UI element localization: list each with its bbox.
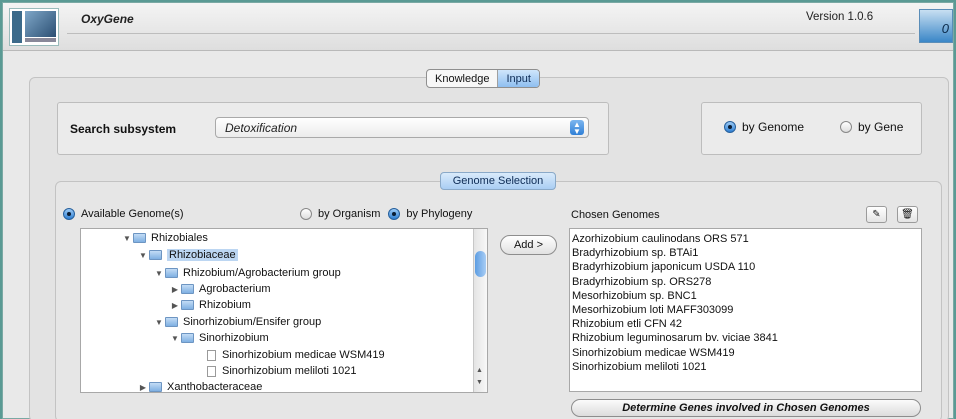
search-subsystem-label: Search subsystem — [70, 122, 177, 136]
list-item[interactable]: Bradyrhizobium sp. ORS278 — [572, 275, 919, 289]
disclosure-open-icon: ▼ — [155, 268, 163, 278]
document-icon — [207, 365, 216, 377]
tree-node-label: Xanthobacteraceae — [167, 381, 263, 393]
document-icon — [207, 349, 216, 361]
folder-icon — [181, 333, 194, 343]
list-item[interactable]: Sinorhizobium medicae WSM419 — [572, 346, 919, 360]
radio-by-phylogeny[interactable] — [388, 208, 401, 220]
tree-leaf-label: Sinorhizobium meliloti 1021 — [222, 365, 357, 377]
trash-icon[interactable]: 🗑 — [897, 206, 918, 223]
tree-node[interactable]: ▶ Agrobacterium — [169, 281, 271, 297]
disclosure-open-icon: ▼ — [155, 317, 163, 327]
search-mode-box: by Genome by Gene — [701, 102, 922, 155]
tab-bar: Knowledge Input — [426, 69, 540, 88]
by-organism-label: by Organism — [318, 208, 381, 220]
radio-available-genomes[interactable]: Available Genome(s) — [63, 208, 184, 220]
tab-knowledge[interactable]: Knowledge — [427, 70, 497, 87]
genome-tree[interactable]: ▼ Rhizobiales ▼ Rhizobiaceae ▼ Rhizobium… — [80, 228, 488, 393]
subsystem-select-value: Detoxification — [225, 121, 298, 135]
tree-node-label: Sinorhizobium — [199, 332, 269, 344]
app-title: OxyGene — [81, 12, 134, 26]
folder-icon — [165, 317, 178, 327]
radio-by-gene[interactable]: by Gene — [840, 120, 903, 134]
list-item[interactable]: Sinorhizobium meliloti 1021 — [572, 360, 919, 374]
chevron-updown-icon: ▲ ▼ — [570, 120, 584, 136]
logo — [9, 8, 59, 46]
radio-by-genome[interactable]: by Genome — [724, 120, 804, 134]
disclosure-closed-icon: ▶ — [171, 300, 179, 310]
radio-selected-icon — [63, 208, 75, 220]
version-label: Version 1.0.6 — [806, 11, 874, 23]
tree-leaf[interactable]: Sinorhizobium meliloti 1021 — [207, 363, 357, 379]
scrollbar-thumb[interactable] — [475, 251, 486, 277]
tree-node-label: Rhizobium — [199, 299, 251, 311]
list-item[interactable]: Mesorhizobium sp. BNC1 — [572, 289, 919, 303]
tree-node[interactable]: ▶ Xanthobacteraceae — [137, 379, 263, 395]
radio-unselected-icon — [840, 121, 852, 133]
radio-by-organism[interactable] — [300, 208, 312, 220]
app-header: OxyGene Version 1.0.6 0 — [3, 3, 953, 51]
scroll-down-icon[interactable]: ▼ — [476, 379, 483, 386]
list-item[interactable]: Bradyrhizobium sp. BTAi1 — [572, 246, 919, 260]
app-window: OxyGene Version 1.0.6 0 Knowledge Input … — [2, 2, 954, 419]
tree-node-label: Rhizobium/Agrobacterium group — [183, 267, 341, 279]
tree-node[interactable]: ▼ Rhizobiaceae — [137, 247, 238, 263]
list-item[interactable]: Bradyrhizobium japonicum USDA 110 — [572, 260, 919, 274]
disclosure-open-icon: ▼ — [171, 333, 179, 343]
edit-icon[interactable]: ✎ — [866, 206, 887, 223]
chosen-genomes-list[interactable]: Azorhizobium caulinodans ORS 571 Bradyrh… — [569, 228, 922, 392]
tree-node-label: Agrobacterium — [199, 283, 271, 295]
title-divider — [67, 33, 915, 34]
tree-node[interactable]: ▼ Sinorhizobium/Ensifer group — [153, 314, 321, 330]
search-subsystem-box: Search subsystem Detoxification ▲ ▼ — [57, 102, 609, 155]
folder-icon — [149, 250, 162, 260]
tree-node[interactable]: ▼ Sinorhizobium — [169, 330, 269, 346]
tree-node[interactable]: ▶ Rhizobium — [169, 297, 251, 313]
tree-node-label: Rhizobiales — [151, 232, 208, 244]
list-item[interactable]: Rhizobium etli CFN 42 — [572, 317, 919, 331]
folder-icon — [181, 284, 194, 294]
disclosure-open-icon: ▼ — [123, 233, 131, 243]
folder-icon — [149, 382, 162, 392]
tree-node[interactable]: ▼ Rhizobium/Agrobacterium group — [153, 265, 341, 281]
disclosure-closed-icon: ▶ — [171, 284, 179, 294]
tab-input[interactable]: Input — [497, 70, 539, 87]
folder-icon — [133, 233, 146, 243]
disclosure-open-icon: ▼ — [139, 250, 147, 260]
genome-filter-options: by Organism by Phylogeny — [300, 208, 472, 220]
scroll-up-icon[interactable]: ▲ — [476, 367, 483, 374]
radio-by-genome-label: by Genome — [742, 120, 805, 134]
app-badge-icon: 0 — [919, 9, 953, 43]
radio-selected-icon — [724, 121, 736, 133]
list-item[interactable]: Rhizobium leguminosarum bv. viciae 3841 — [572, 331, 919, 345]
list-item[interactable]: Azorhizobium caulinodans ORS 571 — [572, 232, 919, 246]
tree-node-label-selected: Rhizobiaceae — [167, 249, 238, 261]
add-genome-button[interactable]: Add > — [500, 235, 557, 255]
tree-node-label: Sinorhizobium/Ensifer group — [183, 316, 322, 328]
tree-node[interactable]: ▼ Rhizobiales — [121, 230, 208, 246]
chosen-genomes-label: Chosen Genomes — [571, 209, 660, 221]
folder-icon — [181, 300, 194, 310]
genome-selection-header[interactable]: Genome Selection — [440, 172, 556, 190]
disclosure-closed-icon: ▶ — [139, 382, 147, 392]
by-phylogeny-label: by Phylogeny — [406, 208, 473, 220]
folder-icon — [165, 268, 178, 278]
genome-tree-scrollbar[interactable]: ▲ ▼ — [473, 229, 487, 392]
determine-genes-button[interactable]: Determine Genes involved in Chosen Genom… — [571, 399, 921, 417]
radio-by-gene-label: by Gene — [858, 120, 904, 134]
tree-leaf-label: Sinorhizobium medicae WSM419 — [222, 349, 385, 361]
available-genomes-label: Available Genome(s) — [81, 208, 184, 220]
list-item[interactable]: Mesorhizobium loti MAFF303099 — [572, 303, 919, 317]
app-badge-glyph: 0 — [941, 21, 949, 36]
subsystem-select[interactable]: Detoxification ▲ ▼ — [215, 117, 589, 138]
tree-leaf[interactable]: Sinorhizobium medicae WSM419 — [207, 347, 385, 363]
